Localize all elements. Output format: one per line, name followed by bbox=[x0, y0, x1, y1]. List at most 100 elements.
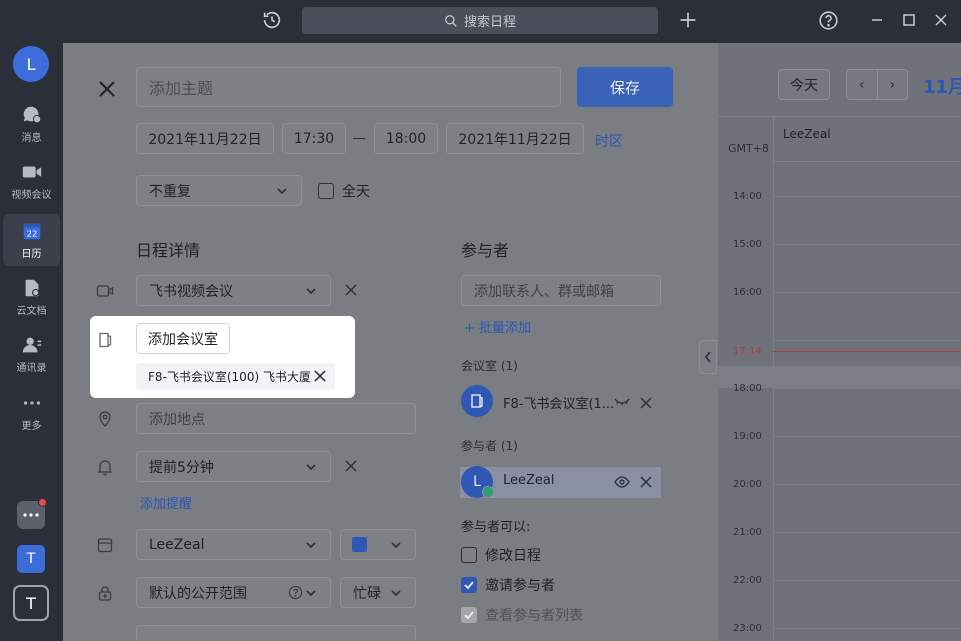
end-time-field[interactable]: 18:00 bbox=[374, 123, 438, 154]
remove-room-icon[interactable] bbox=[639, 396, 653, 410]
ellipsis-icon bbox=[23, 513, 39, 517]
nav-docs-label: 云文档 bbox=[16, 306, 47, 317]
close-icon[interactable] bbox=[97, 79, 117, 99]
nav-contacts[interactable]: 通讯录 bbox=[3, 328, 60, 380]
remove-room-chip-icon[interactable] bbox=[313, 369, 327, 383]
timezone-link[interactable]: 时区 bbox=[595, 131, 623, 151]
all-day-label: 全天 bbox=[342, 184, 370, 200]
meeting-room-icon bbox=[99, 332, 112, 348]
perm-edit-checkbox[interactable] bbox=[461, 547, 477, 563]
remove-video-icon[interactable] bbox=[344, 283, 358, 297]
user-avatar[interactable]: L bbox=[13, 46, 49, 82]
hour-line bbox=[773, 580, 961, 581]
calendar-icon: 22 bbox=[23, 223, 40, 240]
busy-value: 忙碌 bbox=[353, 585, 381, 602]
remove-reminder-icon[interactable] bbox=[344, 459, 358, 473]
collapse-toggle[interactable] bbox=[699, 340, 717, 374]
time-label: 23:00 bbox=[733, 623, 762, 634]
timezone-label: GMT+8 bbox=[728, 142, 769, 155]
time-label: 19:00 bbox=[733, 431, 762, 442]
eye-closed-icon[interactable] bbox=[614, 397, 630, 407]
current-time-line bbox=[773, 351, 961, 352]
video-icon bbox=[96, 285, 114, 297]
workspace-t-current[interactable]: T bbox=[13, 585, 49, 621]
add-reminder-link[interactable]: 添加提醒 bbox=[140, 493, 192, 512]
minimize-icon[interactable] bbox=[869, 12, 885, 28]
checkmark-icon bbox=[464, 611, 474, 620]
location-input[interactable]: 添加地点 bbox=[136, 403, 416, 434]
left-nav: L 消息 视频会议 22 日历 云文档 通讯录 更多 T T bbox=[0, 43, 63, 641]
accepted-badge-icon bbox=[482, 486, 494, 498]
all-day-checkbox[interactable] bbox=[318, 183, 334, 199]
end-date-field[interactable]: 2021年11月22日 bbox=[446, 123, 584, 154]
plus-icon[interactable] bbox=[677, 9, 699, 31]
today-button[interactable]: 今天 bbox=[778, 69, 830, 100]
add-room-button[interactable]: 添加会议室 bbox=[136, 323, 230, 354]
perm-edit-label: 修改日程 bbox=[485, 548, 541, 564]
start-date-field[interactable]: 2021年11月22日 bbox=[136, 123, 274, 154]
help-icon[interactable] bbox=[818, 10, 839, 31]
chevron-down-icon bbox=[391, 542, 401, 549]
time-label: 18:00 bbox=[733, 383, 762, 394]
video-meeting-select[interactable]: 飞书视频会议 bbox=[136, 275, 331, 306]
save-button[interactable]: 保存 bbox=[577, 67, 673, 107]
history-icon[interactable] bbox=[261, 9, 283, 31]
next-field-partial[interactable] bbox=[136, 625, 416, 641]
nav-video-meeting[interactable]: 视频会议 bbox=[3, 155, 60, 207]
participants-title: 参与者 bbox=[461, 241, 510, 260]
lock-icon bbox=[98, 586, 112, 601]
time-label: 20:00 bbox=[733, 479, 762, 490]
calendar-owner-value: LeeZeal bbox=[149, 536, 205, 553]
hour-line bbox=[773, 244, 961, 245]
document-icon bbox=[25, 279, 39, 297]
location-pin-icon bbox=[99, 411, 111, 427]
time-label: 22:00 bbox=[733, 575, 762, 586]
hour-line bbox=[773, 196, 961, 197]
reminder-value: 提前5分钟 bbox=[149, 459, 214, 476]
event-color-swatch bbox=[352, 537, 367, 552]
notification-dot bbox=[38, 498, 47, 507]
room-chip: F8-飞书会议室(100) 飞书大厦 bbox=[136, 363, 335, 390]
room-chip-label: F8-飞书会议室(100) 飞书大厦 bbox=[148, 370, 311, 384]
nav-contacts-label: 通讯录 bbox=[16, 363, 47, 374]
rooms-header: 会议室 (1) bbox=[461, 359, 518, 373]
window-close-icon[interactable] bbox=[933, 12, 949, 28]
perm-invite-checkbox[interactable] bbox=[461, 577, 477, 593]
workspace-t-small[interactable]: T bbox=[17, 545, 45, 573]
chevron-down-icon bbox=[306, 590, 316, 597]
date-nav: ‹ › bbox=[846, 69, 908, 100]
visibility-value: 默认的公开范围 bbox=[149, 585, 247, 602]
eye-icon[interactable] bbox=[614, 476, 630, 488]
contacts-icon bbox=[22, 337, 41, 353]
header-divider bbox=[718, 116, 961, 117]
search-bar[interactable]: 搜索日程 bbox=[302, 7, 658, 34]
next-button[interactable]: › bbox=[878, 70, 908, 99]
room-avatar bbox=[461, 385, 493, 417]
calendar-owner-select[interactable]: LeeZeal bbox=[136, 529, 331, 560]
chat-icon bbox=[23, 106, 41, 124]
help-circle-icon[interactable] bbox=[288, 585, 303, 600]
calendar-day: 22 bbox=[26, 229, 37, 239]
attendees-header: 参与者 (1) bbox=[461, 439, 518, 453]
calendar-small-icon bbox=[97, 538, 113, 553]
start-time-field[interactable]: 17:30 bbox=[282, 123, 346, 154]
nav-video-label: 视频会议 bbox=[11, 190, 52, 201]
remove-attendee-icon[interactable] bbox=[639, 475, 653, 489]
event-title-input[interactable]: 添加主题 bbox=[136, 67, 561, 107]
nav-calendar[interactable]: 22 日历 bbox=[3, 214, 60, 266]
reminder-select[interactable]: 提前5分钟 bbox=[136, 451, 331, 482]
repeat-select[interactable]: 不重复 bbox=[136, 175, 302, 206]
perm-invite-label: 邀请参与者 bbox=[485, 578, 555, 594]
busy-select[interactable]: 忙碌 bbox=[340, 577, 416, 608]
nav-messages[interactable]: 消息 bbox=[3, 98, 60, 150]
search-placeholder: 搜索日程 bbox=[463, 15, 516, 30]
time-label: 16:00 bbox=[733, 287, 762, 298]
add-participant-input[interactable]: 添加联系人、群或邮箱 bbox=[461, 275, 661, 306]
nav-more[interactable]: 更多 bbox=[3, 386, 60, 438]
video-meeting-value: 飞书视频会议 bbox=[149, 283, 233, 300]
prev-button[interactable]: ‹ bbox=[847, 70, 878, 99]
bulk-add-link[interactable]: + 批量添加 bbox=[464, 317, 531, 336]
chevron-down-icon bbox=[306, 542, 316, 549]
maximize-icon[interactable] bbox=[901, 12, 917, 28]
nav-docs[interactable]: 云文档 bbox=[3, 271, 60, 323]
